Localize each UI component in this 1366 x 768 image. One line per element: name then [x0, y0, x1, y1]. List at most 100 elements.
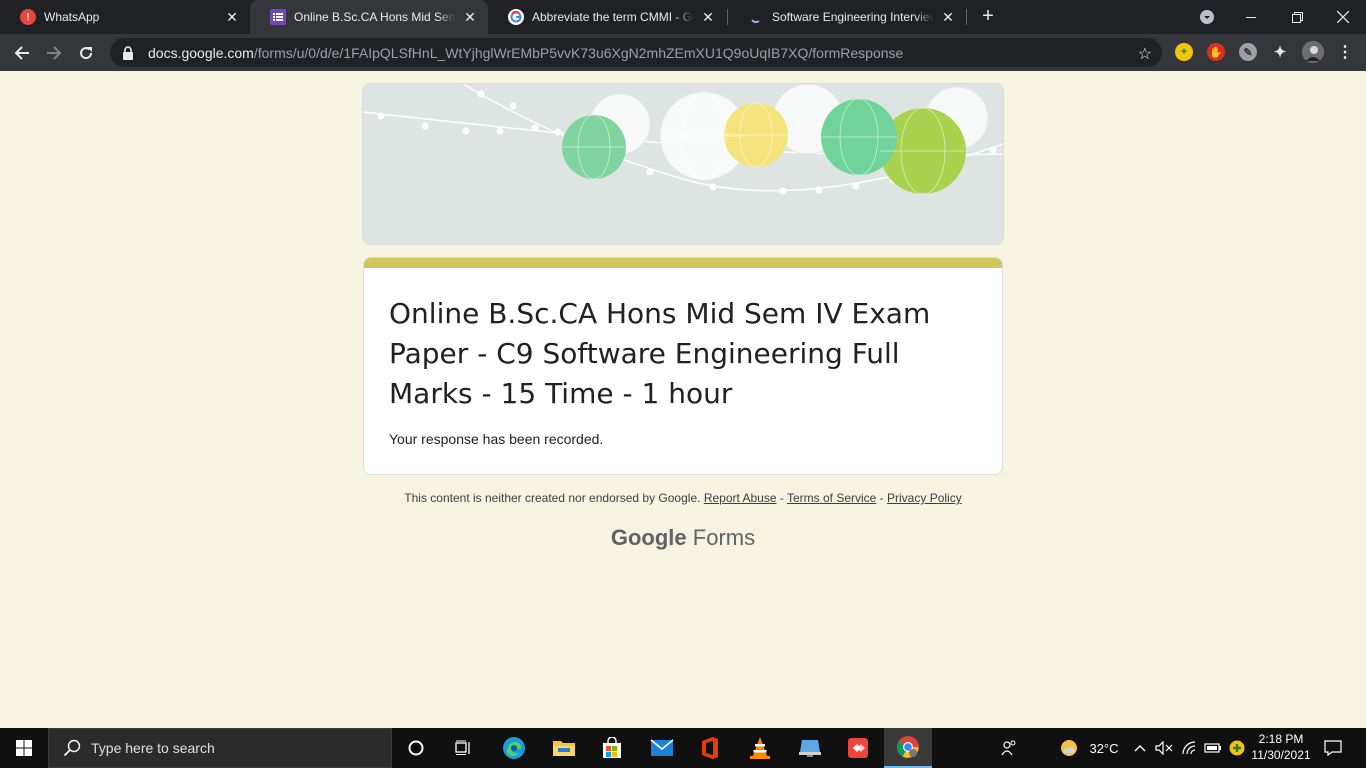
form-accent-bar: [364, 258, 1002, 268]
network-button[interactable]: [1178, 728, 1202, 768]
extension-adblock-icon[interactable]: ✋: [1207, 43, 1225, 61]
profile-avatar[interactable]: [1302, 41, 1324, 63]
volume-button[interactable]: [1152, 728, 1176, 768]
tab-google-search[interactable]: Abbreviate the term CMMI - Goo ✕: [488, 0, 726, 34]
taskbar-vlc[interactable]: [736, 728, 784, 768]
weather-widget[interactable]: [1056, 728, 1082, 768]
taskbar-remote-desktop[interactable]: [786, 728, 834, 768]
notification-icon: [1324, 740, 1342, 756]
minimize-icon: [1246, 16, 1256, 18]
google-wordmark: Google: [610, 525, 687, 550]
tab-strip: ! WhatsApp ✕ Online B.Sc.CA Hons Mid Sem…: [0, 0, 1366, 34]
weather-sun-icon: [1061, 740, 1077, 756]
close-icon[interactable]: ✕: [462, 9, 478, 26]
chrome-icon: [897, 736, 919, 758]
minimize-button[interactable]: [1228, 0, 1274, 34]
report-abuse-link[interactable]: Report Abuse: [704, 491, 777, 505]
taskbar-chrome[interactable]: [884, 728, 932, 768]
volume-muted-icon: [1155, 741, 1173, 755]
taskbar-anydesk[interactable]: [834, 728, 882, 768]
extensions-puzzle-icon[interactable]: ✦: [1271, 43, 1289, 61]
chevron-up-icon: [1134, 745, 1146, 752]
show-hidden-icons-button[interactable]: [1130, 728, 1150, 768]
forward-button[interactable]: [40, 39, 68, 67]
search-icon: [63, 739, 81, 757]
close-icon: [1337, 11, 1349, 23]
extension-compass-icon[interactable]: ✎: [1239, 43, 1257, 61]
tray-app-button[interactable]: [1226, 728, 1248, 768]
start-button[interactable]: [0, 728, 48, 768]
privacy-policy-link[interactable]: Privacy Policy: [887, 491, 962, 505]
laptop-icon: [799, 740, 821, 757]
search-placeholder: Type here to search: [91, 740, 215, 756]
tab-whatsapp[interactable]: ! WhatsApp ✕: [0, 0, 250, 34]
back-button[interactable]: [8, 39, 36, 67]
reload-icon: [80, 47, 93, 60]
taskbar-mail[interactable]: [638, 728, 686, 768]
windows-taskbar: Type here to search 32°C 2:18 PM 11/30/2…: [0, 728, 1366, 768]
google-forms-logo[interactable]: Google Forms: [0, 525, 1366, 551]
tab-google-form[interactable]: Online B.Sc.CA Hons Mid Sem IV ✕: [250, 0, 488, 34]
google-icon: [508, 9, 524, 25]
temperature-text[interactable]: 32°C: [1084, 728, 1124, 768]
tab-title: Software Engineering Interview Q: [772, 10, 934, 24]
taskbar-office[interactable]: [686, 728, 734, 768]
action-center-button[interactable]: [1318, 728, 1348, 768]
cortana-button[interactable]: [392, 728, 440, 768]
tab-se-interview[interactable]: Software Engineering Interview Q ✕: [728, 0, 966, 34]
browser-toolbar: docs.google.com/forms/u/0/d/e/1FAIpQLSfH…: [0, 34, 1366, 71]
form-confirmation-card: Online B.Sc.CA Hons Mid Sem IV Exam Pape…: [363, 257, 1003, 475]
edge-icon: [503, 737, 525, 759]
mail-icon: [650, 739, 674, 756]
windows-logo-icon: [16, 740, 32, 756]
office-icon: [702, 737, 718, 759]
tab-search-button[interactable]: [1184, 0, 1230, 34]
taskbar-file-explorer[interactable]: [540, 728, 588, 768]
footer-disclaimer: This content is neither created nor endo…: [0, 491, 1366, 505]
anydesk-icon: [848, 738, 868, 758]
store-bag-icon: [603, 737, 621, 758]
tab-title: WhatsApp: [44, 10, 100, 24]
confirmation-message: Your response has been recorded.: [389, 431, 604, 447]
reload-button[interactable]: [72, 39, 100, 67]
tray-plus-icon: [1229, 740, 1245, 756]
page-content: Online B.Sc.CA Hons Mid Sem IV Exam Pape…: [0, 71, 1366, 728]
form-header-banner: [362, 83, 1004, 245]
close-icon[interactable]: ✕: [224, 9, 240, 26]
clock-date: 11/30/2021: [1251, 748, 1311, 762]
vlc-cone-icon: [750, 737, 770, 759]
arrow-left-icon: [14, 46, 29, 60]
url-text: docs.google.com/forms/u/0/d/e/1FAIpQLSfH…: [148, 45, 903, 61]
close-icon[interactable]: ✕: [700, 9, 716, 26]
bookmark-star-icon[interactable]: ☆: [1138, 44, 1152, 64]
cortana-circle-icon: [408, 740, 424, 756]
terms-of-service-link[interactable]: Terms of Service: [787, 491, 876, 505]
wifi-icon: [1182, 741, 1196, 755]
clock[interactable]: 2:18 PM 11/30/2021: [1248, 731, 1314, 763]
url-path: /forms/u/0/d/e/1FAIpQLSfHnL_WtYjhglWrEMb…: [253, 44, 904, 61]
lanterns-illustration: [363, 84, 1003, 244]
close-icon[interactable]: ✕: [940, 9, 956, 26]
clock-time: 2:18 PM: [1258, 732, 1304, 746]
task-view-icon: [455, 740, 470, 755]
task-view-button[interactable]: [440, 728, 488, 768]
taskbar-store[interactable]: [588, 728, 636, 768]
battery-icon: [1204, 743, 1221, 753]
taskbar-search-box[interactable]: Type here to search: [48, 728, 392, 768]
people-button[interactable]: [996, 728, 1022, 768]
battery-button[interactable]: [1202, 728, 1224, 768]
people-icon: [1001, 740, 1016, 756]
separator: -: [876, 491, 888, 505]
chevron-down-icon: [1200, 10, 1214, 24]
loading-icon: [748, 9, 764, 25]
restore-icon: [1291, 11, 1303, 23]
google-forms-icon: [270, 9, 286, 25]
menu-kebab-icon[interactable]: ⋮: [1336, 43, 1354, 61]
taskbar-edge[interactable]: [490, 728, 538, 768]
new-tab-button[interactable]: +: [976, 5, 1000, 29]
address-bar[interactable]: docs.google.com/forms/u/0/d/e/1FAIpQLSfH…: [110, 38, 1162, 67]
close-window-button[interactable]: [1320, 0, 1366, 34]
restore-button[interactable]: [1274, 0, 1320, 34]
disclaimer-text: This content is neither created nor endo…: [404, 491, 701, 505]
extension-plus-icon[interactable]: +: [1175, 43, 1193, 61]
